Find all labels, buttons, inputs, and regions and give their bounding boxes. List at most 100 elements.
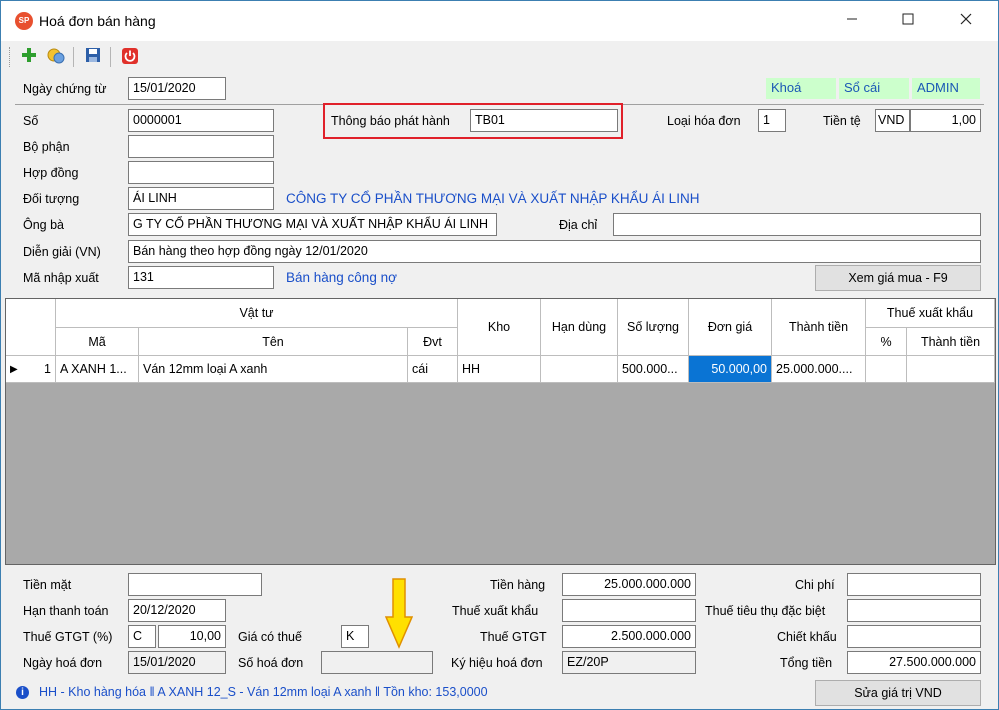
thue-xuat-khau-label: Thuế xuất khẩu [452, 604, 539, 618]
thue-ttdb-label: Thuế tiêu thụ đặc biệt [705, 604, 826, 618]
hop-dong-field[interactable] [128, 161, 274, 184]
cell-ten[interactable]: Ván 12mm loại A xanh [139, 356, 408, 383]
toolbar-separator [110, 47, 111, 67]
chi-phi-field[interactable] [847, 573, 981, 596]
tien-hang-field[interactable]: 25.000.000.000 [562, 573, 696, 596]
ngay-chung-tu-label: Ngày chứng từ [23, 82, 107, 96]
arrow-down-icon [384, 577, 414, 652]
thue-gtgt-field[interactable]: 2.500.000.000 [562, 625, 696, 648]
dia-chi-field[interactable] [613, 213, 981, 236]
col-header-ten[interactable]: Tên [139, 328, 408, 356]
thue-gtgt-code-field[interactable]: C [128, 625, 156, 648]
ky-hieu-field[interactable]: EZ/20P [562, 651, 696, 674]
dien-giai-label: Diễn giải (VN) [23, 245, 101, 259]
thue-ttdb-field[interactable] [847, 599, 981, 622]
doi-tuong-name: CÔNG TY CỔ PHẦN THƯƠNG MẠI VÀ XUẤT NHẬP … [286, 191, 700, 206]
cell-don-gia[interactable]: 50.000,00 [689, 356, 772, 383]
thue-gtgt-pct-label: Thuế GTGT (%) [23, 630, 113, 644]
so-hoa-don-field[interactable] [321, 651, 433, 674]
invoice-window: SP Hoá đơn bán hàng Ngày chứng từ 15/01/… [0, 0, 999, 710]
ma-nhap-xuat-desc: Bán hàng công nợ [286, 270, 397, 285]
loai-hoa-don-label: Loại hóa đơn [667, 114, 741, 128]
cell-pct[interactable] [866, 356, 907, 383]
coins-icon[interactable] [46, 47, 66, 67]
han-thanh-toan-label: Hạn thanh toán [23, 604, 109, 618]
maximize-button[interactable] [885, 6, 931, 36]
toolbar-separator [73, 47, 74, 67]
chiet-khau-field[interactable] [847, 625, 981, 648]
row-indicator-icon: ▶ [10, 363, 18, 375]
status-tag-so-cai: Sổ cái [839, 78, 909, 99]
ma-nhap-xuat-field[interactable]: 131 [128, 266, 274, 289]
cell-thanh-tien[interactable]: 25.000.000.... [772, 356, 866, 383]
tien-te-label: Tiền tệ [823, 114, 861, 128]
status-tag-admin: ADMIN [912, 78, 980, 99]
sua-gia-tri-button[interactable]: Sửa giá trị VND [815, 680, 981, 706]
cell-so-luong[interactable]: 500.000... [618, 356, 689, 383]
dien-giai-field[interactable]: Bán hàng theo hợp đồng ngày 12/01/2020 [128, 240, 981, 263]
cell-dvt[interactable]: cái [408, 356, 458, 383]
chi-phi-label: Chi phí [795, 578, 835, 592]
col-header-vat-tu: Vật tư [56, 299, 458, 328]
col-header-han-dung[interactable]: Hạn dùng [541, 299, 618, 356]
ty-gia-field[interactable]: 1,00 [910, 109, 981, 132]
grid-corner [6, 299, 56, 356]
col-header-thanh-tien[interactable]: Thành tiền [772, 299, 866, 356]
tong-tien-label: Tổng tiền [780, 656, 833, 670]
tien-mat-field[interactable] [128, 573, 262, 596]
toolbar-grip [9, 47, 10, 67]
so-field[interactable]: 0000001 [128, 109, 274, 132]
doi-tuong-field[interactable]: ÁI LINH [128, 187, 274, 210]
han-thanh-toan-field[interactable]: 20/12/2020 [128, 599, 226, 622]
ngay-chung-tu-field[interactable]: 15/01/2020 [128, 77, 226, 100]
gia-co-thue-label: Giá có thuế [238, 630, 302, 644]
thong-bao-field[interactable]: TB01 [470, 109, 618, 132]
ngay-hoa-don-label: Ngày hoá đơn [23, 656, 103, 670]
so-hoa-don-label: Số hoá đơn [238, 656, 304, 670]
info-icon: i [16, 686, 29, 699]
bo-phan-field[interactable] [128, 135, 274, 158]
col-header-kho[interactable]: Kho [458, 299, 541, 356]
ong-ba-field[interactable]: G TY CỔ PHẦN THƯƠNG MẠI VÀ XUẤT NHẬP KHẨ… [128, 213, 497, 236]
col-header-dvt[interactable]: Đvt [408, 328, 458, 356]
thong-bao-label: Thông báo phát hành [331, 114, 450, 128]
hop-dong-label: Hợp đồng [23, 166, 79, 180]
cell-han-dung[interactable] [541, 356, 618, 383]
power-icon[interactable] [120, 47, 140, 67]
dia-chi-label: Địa chỉ [559, 218, 598, 232]
cell-thue-thanh-tien[interactable] [907, 356, 995, 383]
thue-gtgt-label: Thuế GTGT [480, 630, 547, 644]
cell-ma[interactable]: A XANH 1... [56, 356, 139, 383]
col-header-thue-xk: Thuế xuất khẩu [866, 299, 995, 328]
items-grid: Vật tư Mã Tên Đvt Kho Hạn dùng Số lượng … [5, 298, 996, 565]
bo-phan-label: Bộ phận [23, 140, 70, 154]
ngay-hoa-don-field[interactable]: 15/01/2020 [128, 651, 226, 674]
minimize-button[interactable] [829, 6, 875, 36]
so-label: Số [23, 114, 39, 128]
toolbar [1, 41, 998, 73]
cell-kho[interactable]: HH [458, 356, 541, 383]
thue-xuat-khau-field[interactable] [562, 599, 696, 622]
close-button[interactable] [943, 6, 989, 36]
loai-hoa-don-field[interactable]: 1 [758, 109, 786, 132]
title-bar: SP Hoá đơn bán hàng [1, 1, 998, 41]
doi-tuong-label: Đối tượng [23, 192, 80, 206]
plus-icon[interactable] [19, 47, 39, 67]
save-icon[interactable] [83, 47, 103, 67]
col-header-so-luong[interactable]: Số lượng [618, 299, 689, 356]
ky-hieu-label: Ký hiệu hoá đơn [451, 656, 543, 670]
tong-tien-field[interactable]: 27.500.000.000 [847, 651, 981, 674]
row-header[interactable]: ▶ 1 [6, 356, 56, 383]
col-header-pct[interactable]: % [866, 328, 907, 356]
tien-te-field[interactable]: VND [875, 109, 910, 132]
ong-ba-label: Ông bà [23, 218, 65, 232]
xem-gia-mua-button[interactable]: Xem giá mua - F9 [815, 265, 981, 291]
col-header-thue-thanh-tien[interactable]: Thành tiền [907, 328, 995, 356]
window-title: Hoá đơn bán hàng [39, 13, 156, 29]
gia-co-thue-field[interactable]: K [341, 625, 369, 648]
col-header-ma[interactable]: Mã [56, 328, 139, 356]
status-text: HH - Kho hàng hóa ‖ A XANH 12_S - Ván 12… [39, 685, 488, 699]
status-tag-khoa: Khoá [766, 78, 836, 99]
col-header-don-gia[interactable]: Đơn giá [689, 299, 772, 356]
thue-gtgt-pct-field[interactable]: 10,00 [158, 625, 226, 648]
